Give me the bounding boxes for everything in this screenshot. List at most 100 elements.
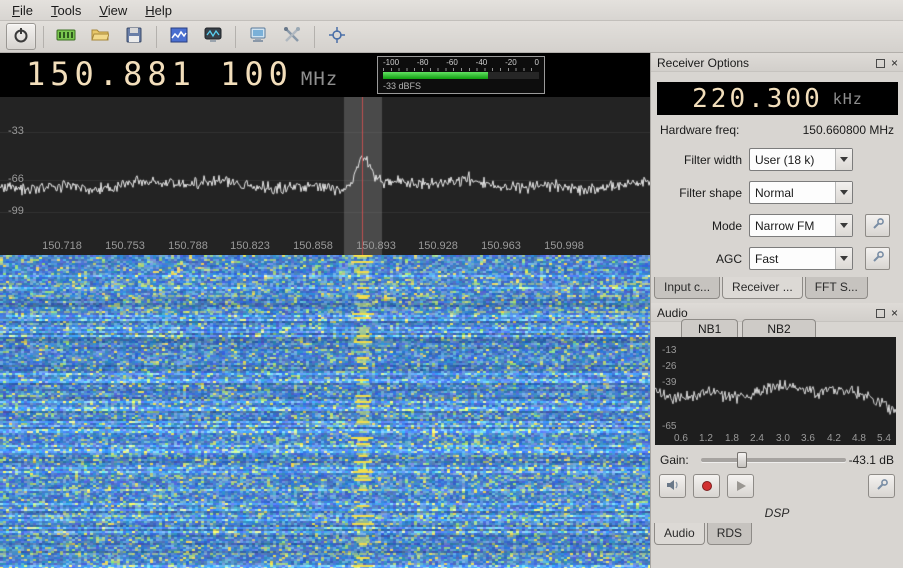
mode-label: Mode bbox=[651, 219, 749, 233]
center-button[interactable] bbox=[322, 23, 352, 50]
audio-title: Audio bbox=[657, 306, 688, 320]
tools-button[interactable] bbox=[277, 23, 307, 50]
open-file-button[interactable] bbox=[85, 23, 115, 50]
folder-open-icon bbox=[91, 27, 109, 46]
floppy-save-icon bbox=[126, 27, 142, 46]
spectrum-y-tick: -66 bbox=[8, 173, 24, 185]
tab-input-controls[interactable]: Input c... bbox=[654, 277, 720, 299]
meter-tickmarks bbox=[383, 68, 539, 71]
filter-width-label: Filter width bbox=[651, 153, 749, 167]
gain-label: Gain: bbox=[660, 453, 689, 467]
remote-control-button[interactable] bbox=[243, 23, 273, 50]
menu-tools[interactable]: Tools bbox=[42, 1, 90, 20]
tab-fft-settings[interactable]: FFT S... bbox=[805, 277, 868, 299]
spectrum-y-tick: -99 bbox=[8, 205, 24, 217]
audio-x-tick: 1.2 bbox=[699, 433, 713, 444]
menu-file[interactable]: File bbox=[3, 1, 42, 20]
meter-tick-label: -80 bbox=[417, 58, 429, 67]
mode-value: Narrow FM bbox=[755, 219, 835, 233]
frequency-lcd[interactable]: 150.881 100 MHz bbox=[26, 55, 338, 93]
mode-combo[interactable]: Narrow FM bbox=[749, 214, 853, 237]
record-icon bbox=[702, 481, 712, 491]
tab-rds[interactable]: RDS bbox=[707, 523, 752, 545]
signal-meter: -100 -80 -60 -40 -20 0 -33 dBFS bbox=[377, 56, 545, 94]
filter-width-combo[interactable]: User (18 k) bbox=[749, 148, 853, 171]
meter-tick-label: -40 bbox=[476, 58, 488, 67]
spectrum-x-tick: 150.858 bbox=[293, 240, 333, 252]
audio-y-tick: -13 bbox=[662, 345, 676, 356]
mode-options-button[interactable] bbox=[865, 214, 890, 237]
toolbar-separator bbox=[156, 26, 157, 48]
slider-groove bbox=[701, 458, 846, 462]
blue-chart-icon bbox=[170, 27, 188, 46]
nb1-button[interactable]: NB1 bbox=[681, 319, 738, 339]
waterfall[interactable] bbox=[0, 255, 650, 568]
chevron-down-icon bbox=[835, 248, 852, 269]
agc-label: AGC bbox=[651, 252, 749, 266]
chevron-down-icon bbox=[835, 149, 852, 170]
menu-view[interactable]: View bbox=[90, 1, 136, 20]
power-button[interactable] bbox=[6, 23, 36, 50]
close-icon[interactable]: × bbox=[891, 58, 898, 68]
nb2-button[interactable]: NB2 bbox=[742, 319, 815, 339]
audio-x-tick: 5.4 bbox=[877, 433, 891, 444]
float-dock-icon[interactable] bbox=[876, 309, 885, 318]
receiver-options-titlebar: Receiver Options × bbox=[651, 53, 903, 72]
computer-icon bbox=[249, 27, 267, 46]
play-audio-button[interactable] bbox=[727, 474, 754, 498]
spectrum-plot[interactable]: -33 -66 -99 150.718 150.753 150.788 150.… bbox=[0, 97, 650, 255]
audio-y-tick: -39 bbox=[662, 377, 676, 388]
audio-tab-bar: Audio RDS bbox=[654, 523, 752, 545]
slider-handle[interactable] bbox=[737, 452, 747, 468]
agc-combo[interactable]: Fast bbox=[749, 247, 853, 270]
audio-fft: -13 -26 -39 -65 0.6 1.2 1.8 2.4 3.0 3.6 … bbox=[655, 337, 896, 445]
agc-value: Fast bbox=[755, 252, 835, 266]
frequency-value[interactable]: 150.881 100 bbox=[26, 55, 293, 93]
audio-y-tick: -65 bbox=[662, 421, 676, 432]
menu-help[interactable]: Help bbox=[136, 1, 181, 20]
gain-row: Gain: -43.1 dB bbox=[651, 450, 903, 470]
float-dock-icon[interactable] bbox=[876, 59, 885, 68]
close-icon[interactable]: × bbox=[891, 308, 898, 318]
offset-value[interactable]: 220.300 bbox=[692, 84, 823, 114]
audio-x-tick: 4.2 bbox=[827, 433, 841, 444]
wrench-icon bbox=[875, 478, 889, 495]
tab-receiver-options[interactable]: Receiver ... bbox=[722, 277, 803, 299]
hardware-freq-label: Hardware freq: bbox=[660, 123, 739, 137]
hardware-freq-value: 150.660800 MHz bbox=[803, 123, 894, 137]
iq-chart-button[interactable] bbox=[164, 23, 194, 50]
meter-level-bar bbox=[383, 72, 488, 79]
mute-button[interactable] bbox=[659, 474, 686, 498]
meter-tick-label: 0 bbox=[534, 58, 538, 67]
tuner-button[interactable] bbox=[51, 23, 81, 50]
agc-options-button[interactable] bbox=[865, 247, 890, 270]
frequency-display-area: 150.881 100 MHz -100 -80 -60 -40 -20 0 -… bbox=[0, 53, 650, 97]
meter-tick-label: -20 bbox=[505, 58, 517, 67]
spectrum-x-tick: 150.718 bbox=[42, 240, 82, 252]
meter-track bbox=[383, 72, 539, 79]
audio-x-tick: 2.4 bbox=[750, 433, 764, 444]
offset-unit: kHz bbox=[833, 90, 863, 108]
waterfall-canvas[interactable] bbox=[0, 255, 650, 568]
tab-audio[interactable]: Audio bbox=[654, 523, 705, 545]
scope-button[interactable] bbox=[198, 23, 228, 50]
wrench-icon bbox=[871, 217, 885, 234]
toolbar-separator bbox=[314, 26, 315, 48]
gain-slider[interactable] bbox=[701, 450, 846, 470]
noise-blanker-tabs: NB1 NB2 bbox=[681, 319, 816, 339]
filter-shape-combo[interactable]: Normal bbox=[749, 181, 853, 204]
spectrum-x-tick: 150.893 bbox=[356, 240, 396, 252]
toolbar-separator bbox=[235, 26, 236, 48]
record-audio-button[interactable] bbox=[693, 474, 720, 498]
receiver-options-title: Receiver Options bbox=[657, 56, 749, 70]
chevron-down-icon bbox=[835, 182, 852, 203]
save-button[interactable] bbox=[119, 23, 149, 50]
spectrum-canvas[interactable] bbox=[0, 97, 650, 255]
channel-offset-lcd[interactable]: 220.300 kHz bbox=[657, 82, 898, 115]
tuner-lcd-icon bbox=[56, 27, 76, 46]
audio-options-button[interactable] bbox=[868, 474, 895, 498]
spectrum-x-tick: 150.823 bbox=[230, 240, 270, 252]
audio-fft-canvas bbox=[655, 337, 896, 445]
audio-x-tick: 1.8 bbox=[725, 433, 739, 444]
meter-value: -33 dBFS bbox=[383, 81, 539, 91]
